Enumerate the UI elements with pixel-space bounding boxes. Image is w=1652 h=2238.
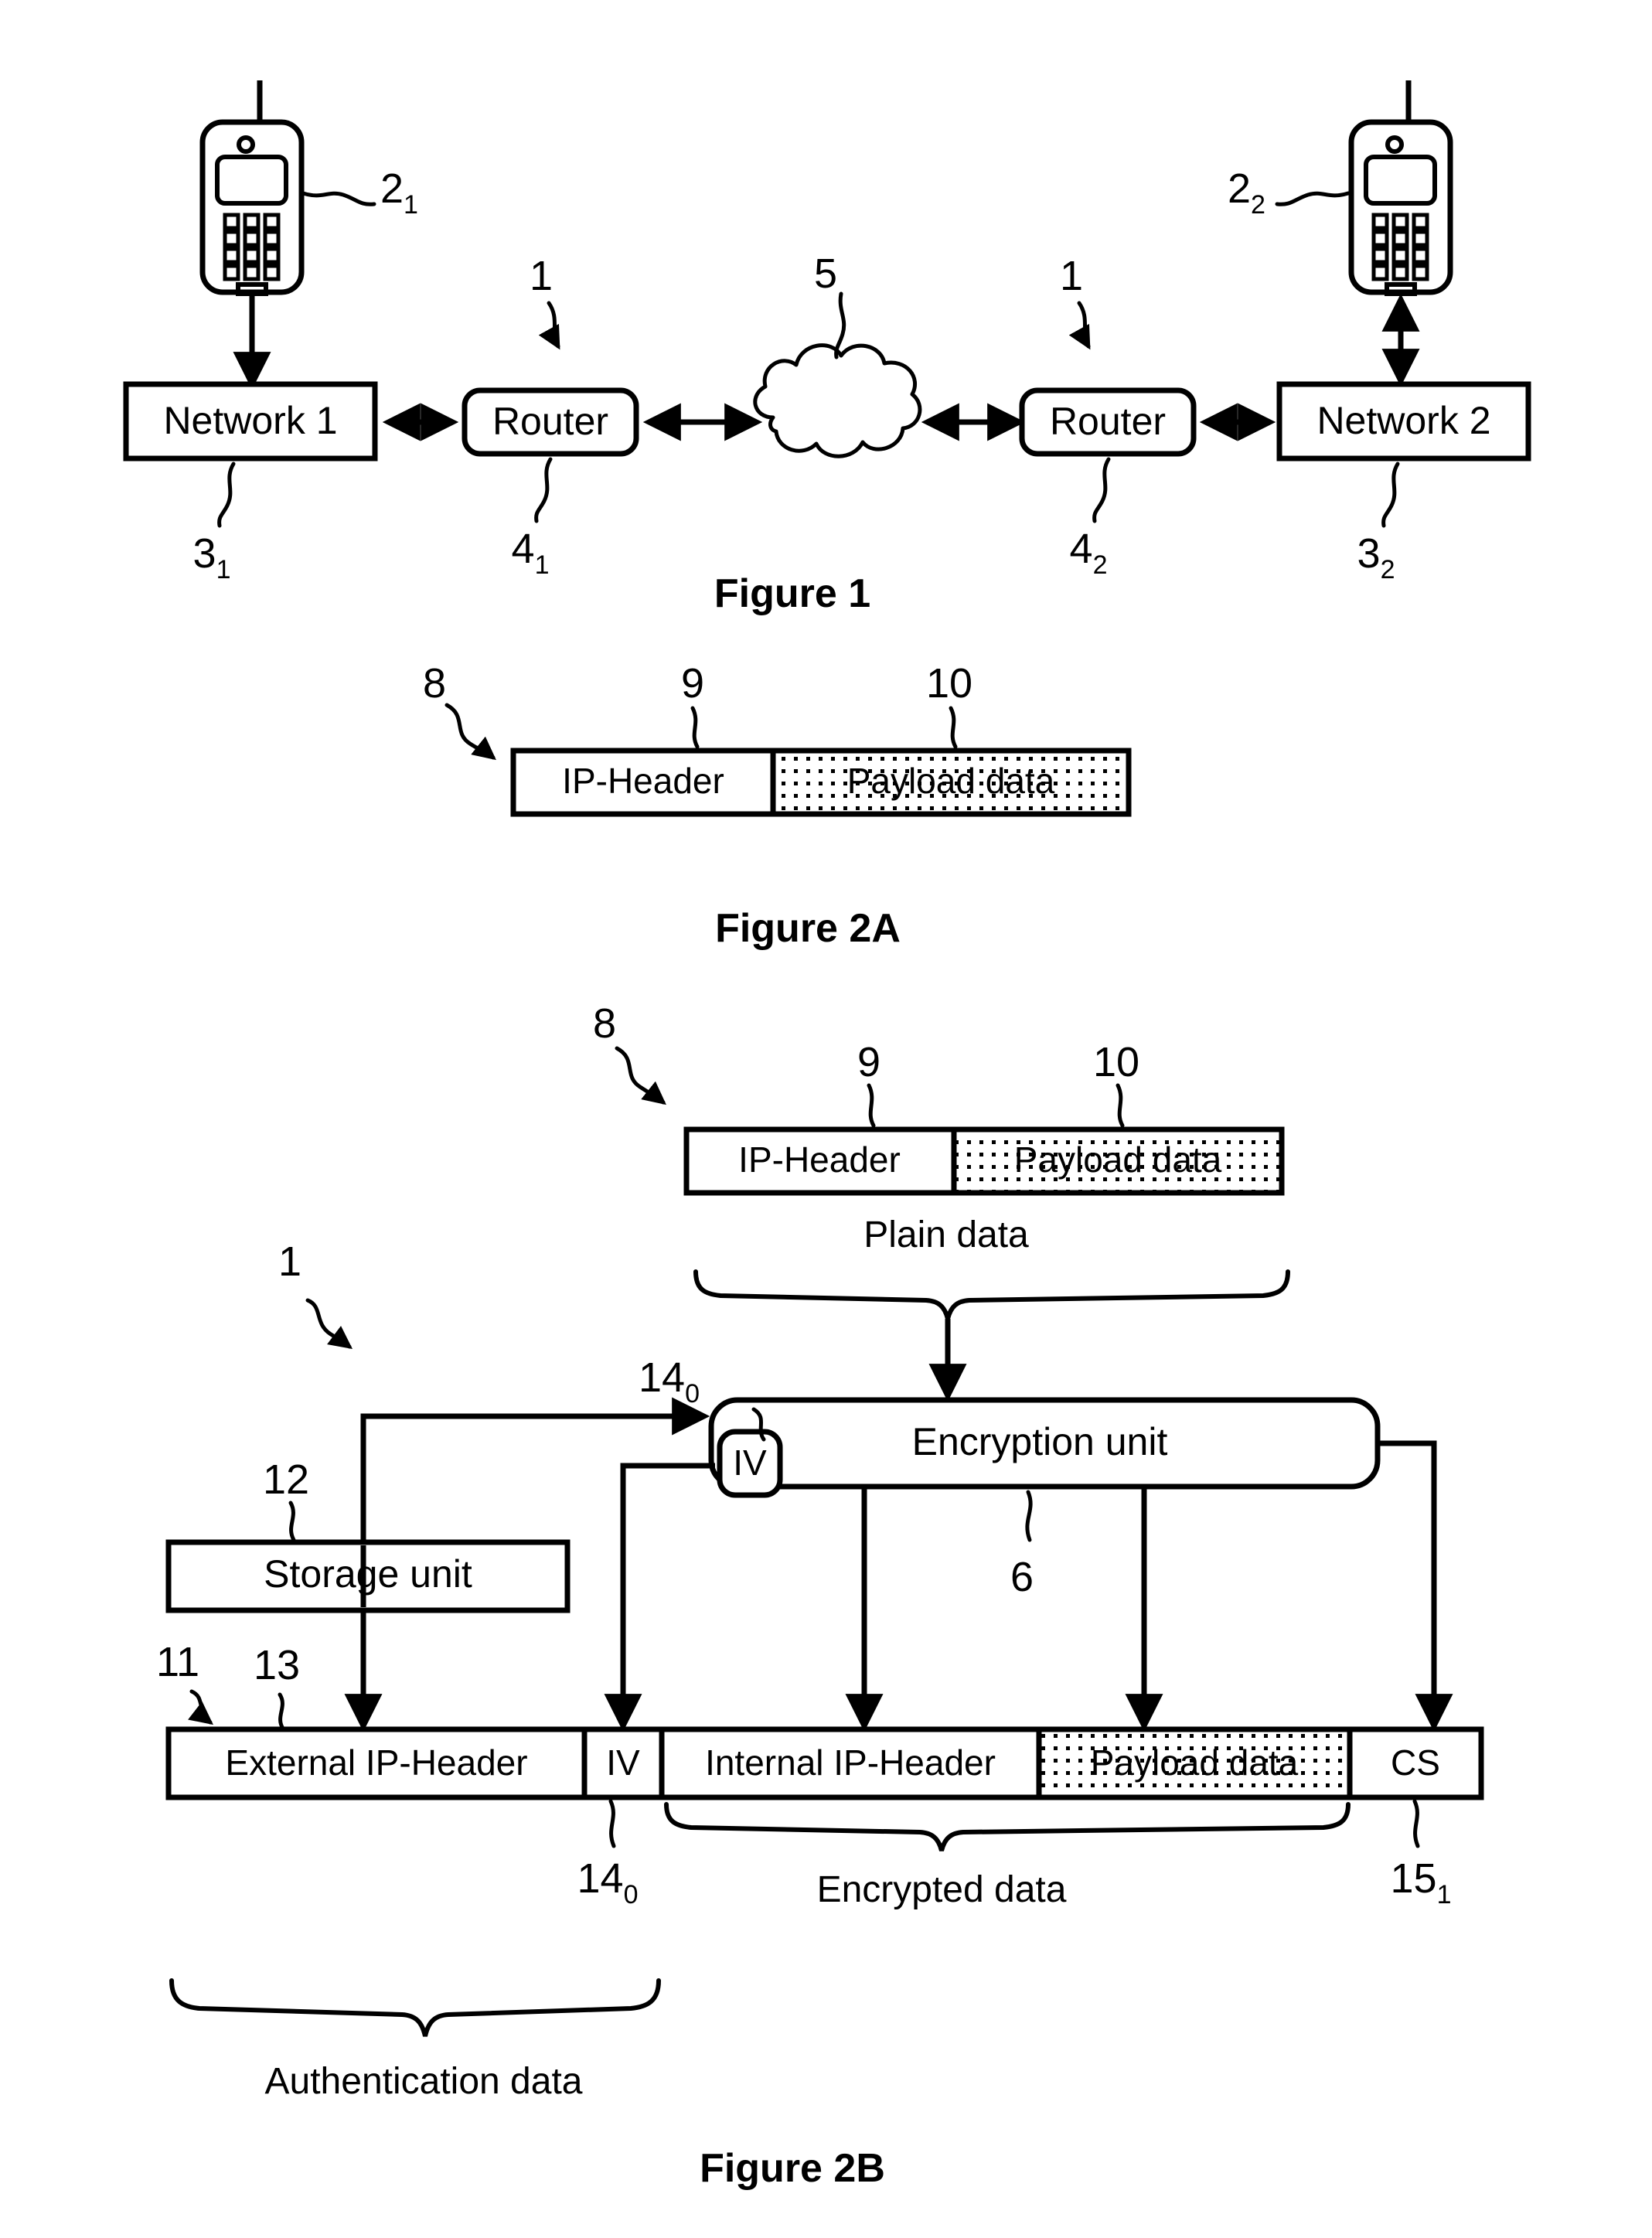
ref-8-2b: 8	[593, 1000, 616, 1047]
authentication-data-label: Authentication data	[265, 2061, 583, 2102]
ip-header-label-2a: IP-Header	[562, 761, 724, 801]
encryption-unit-label: Encryption unit	[912, 1420, 1168, 1463]
ref-2-2: 22	[1228, 165, 1265, 220]
ref-6: 6	[1010, 1554, 1034, 1600]
ref-2-1: 21	[380, 165, 418, 220]
encrypted-data-brace	[664, 1802, 1351, 1851]
ref-1-2b: 1	[278, 1238, 301, 1285]
encrypted-data-label: Encrypted data	[817, 1869, 1067, 1910]
out-iv-label: IV	[606, 1742, 640, 1783]
ref-15-1: 151	[1391, 1855, 1452, 1909]
figure-2a-group: 8 IP-Header Payload data 9 10 Figure 2A	[423, 660, 1132, 951]
figure-1-caption: Figure 1	[714, 571, 870, 616]
mobile-phone-icon-right	[1348, 80, 1453, 296]
ref-14-0-unit: 140	[639, 1354, 700, 1409]
ref-8-2a: 8	[423, 660, 446, 707]
out-cs-label: CS	[1391, 1742, 1440, 1783]
ref-1-left: 1	[530, 253, 553, 299]
authentication-data-brace	[169, 1978, 661, 2037]
ref-13: 13	[254, 1642, 300, 1688]
figure-1-group: 21 Network 1 Router 5 Router Network 2 2…	[123, 80, 1531, 616]
router-left-label: Router	[492, 400, 608, 443]
ref-4-1: 41	[512, 526, 550, 580]
ref-10-2b: 10	[1093, 1039, 1139, 1085]
payload-label-2a: Payload data	[847, 761, 1055, 801]
ref-14-0-field: 140	[577, 1855, 639, 1909]
patent-drawing-sheet: 21 Network 1 Router 5 Router Network 2 2…	[0, 0, 1652, 2238]
figures-canvas: 21 Network 1 Router 5 Router Network 2 2…	[123, 80, 1531, 2191]
out-external-ip-header-label: External IP-Header	[225, 1742, 527, 1783]
figure-2b-caption: Figure 2B	[700, 2146, 885, 2191]
ref-3-2: 32	[1357, 530, 1395, 584]
network-1-label: Network 1	[163, 399, 337, 442]
out-internal-ip-header-label: Internal IP-Header	[705, 1742, 996, 1783]
ref-9-2a: 9	[681, 660, 704, 707]
ref-12: 12	[263, 1456, 309, 1503]
mobile-phone-icon-left	[199, 80, 305, 296]
route-checksum	[1378, 1440, 1453, 1732]
ref-11: 11	[156, 1639, 199, 1685]
ref-3-1: 31	[193, 530, 231, 584]
ref-1-right: 1	[1060, 253, 1083, 299]
figure-2b-group: 8 IP-Header Payload data 9 10 Plain data…	[156, 1000, 1484, 2191]
figure-2a-caption: Figure 2A	[715, 906, 901, 951]
out-payload-label: Payload data	[1091, 1742, 1299, 1783]
ref-10-2a: 10	[926, 660, 972, 707]
cloud-icon	[753, 343, 922, 458]
storage-unit-label: Storage unit	[264, 1552, 472, 1596]
plain-payload-label: Payload data	[1014, 1139, 1222, 1180]
plain-data-group-label: Plain data	[863, 1214, 1029, 1255]
plain-data-brace	[693, 1269, 1290, 1320]
network-2-label: Network 2	[1316, 399, 1490, 442]
iv-register-label: IV	[733, 1443, 767, 1483]
route-iv-field	[620, 1463, 715, 1725]
ref-4-2: 42	[1070, 526, 1108, 580]
ref-9-2b: 9	[857, 1039, 880, 1085]
router-right-label: Router	[1050, 400, 1166, 443]
ref-5: 5	[814, 250, 837, 297]
plain-ip-header-label: IP-Header	[738, 1139, 901, 1180]
